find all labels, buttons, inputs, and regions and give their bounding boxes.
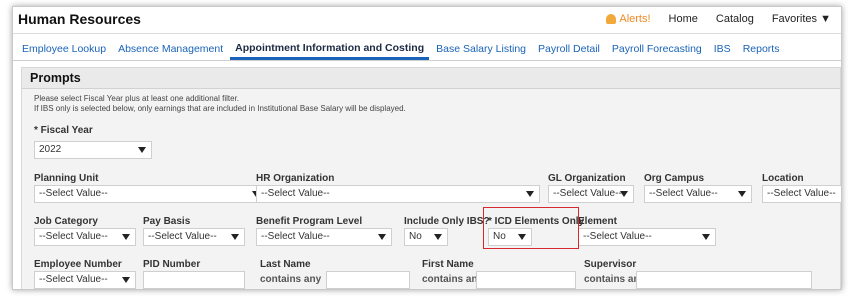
- dropdown-arrow-icon: [122, 277, 130, 283]
- gl-org-label: GL Organization: [548, 173, 626, 184]
- tab-ibs[interactable]: IBS: [709, 37, 736, 60]
- dropdown-arrow-icon: [738, 191, 746, 197]
- benefit-program-label: Benefit Program Level: [256, 216, 363, 227]
- tab-payroll-detail[interactable]: Payroll Detail: [533, 37, 605, 60]
- include-ibs-select[interactable]: No: [404, 228, 448, 246]
- info-line-2: If IBS only is selected below, only earn…: [34, 104, 406, 113]
- gl-org-value: --Select Value--: [553, 188, 622, 199]
- include-ibs-label: Include Only IBS?: [404, 216, 490, 227]
- prompts-title: Prompts: [22, 68, 840, 89]
- bell-icon: [606, 14, 617, 24]
- first-name-operator: contains any: [422, 274, 484, 285]
- alerts-label: Alerts!: [619, 13, 651, 25]
- job-category-select[interactable]: --Select Value--: [34, 228, 136, 246]
- tab-appointment-information-costing[interactable]: Appointment Information and Costing: [230, 36, 430, 60]
- location-value: --Select Value--: [767, 188, 836, 199]
- dropdown-arrow-icon: [526, 191, 534, 197]
- job-category-value: --Select Value--: [39, 231, 108, 242]
- info-line-1: Please select Fiscal Year plus at least …: [34, 94, 240, 103]
- employee-number-label: Employee Number: [34, 259, 122, 270]
- location-label: Location: [762, 173, 804, 184]
- pid-number-label: PID Number: [143, 259, 201, 270]
- home-link[interactable]: Home: [669, 13, 698, 25]
- element-select[interactable]: --Select Value--: [578, 228, 716, 246]
- hr-org-value: --Select Value--: [261, 188, 330, 199]
- pay-basis-value: --Select Value--: [148, 231, 217, 242]
- planning-unit-value: --Select Value--: [39, 188, 108, 199]
- first-name-input[interactable]: [476, 271, 576, 289]
- org-campus-value: --Select Value--: [649, 188, 718, 199]
- catalog-link[interactable]: Catalog: [716, 13, 754, 25]
- hr-org-select[interactable]: --Select Value--: [256, 185, 540, 203]
- app-title: Human Resources: [18, 11, 141, 27]
- favorites-menu[interactable]: Favorites ▼: [772, 13, 831, 25]
- planning-unit-label: Planning Unit: [34, 173, 99, 184]
- highlight-box: [483, 207, 579, 249]
- last-name-operator: contains any: [260, 274, 322, 285]
- alerts-link[interactable]: Alerts!: [606, 13, 651, 25]
- first-name-label: First Name: [422, 259, 474, 270]
- pay-basis-select[interactable]: --Select Value--: [143, 228, 245, 246]
- include-ibs-value: No: [409, 231, 422, 242]
- element-label: Element: [578, 216, 617, 227]
- element-value: --Select Value--: [583, 231, 652, 242]
- tab-employee-lookup[interactable]: Employee Lookup: [17, 37, 111, 60]
- tab-payroll-forecasting[interactable]: Payroll Forecasting: [607, 37, 707, 60]
- dropdown-arrow-icon: [620, 191, 628, 197]
- dropdown-arrow-icon: [231, 234, 239, 240]
- top-nav: Alerts! Home Catalog Favorites ▼: [606, 13, 831, 25]
- tab-base-salary-listing[interactable]: Base Salary Listing: [431, 37, 531, 60]
- benefit-program-value: --Select Value--: [261, 231, 330, 242]
- employee-number-value: --Select Value--: [39, 274, 108, 285]
- header-bar: Human Resources Alerts! Home Catalog Fav…: [13, 7, 841, 34]
- dropdown-arrow-icon: [702, 234, 710, 240]
- hr-org-label: HR Organization: [256, 173, 335, 184]
- tab-reports[interactable]: Reports: [738, 37, 785, 60]
- location-select[interactable]: --Select Value--: [762, 185, 841, 203]
- benefit-program-select[interactable]: --Select Value--: [256, 228, 392, 246]
- org-campus-label: Org Campus: [644, 173, 705, 184]
- fiscal-year-value: 2022: [39, 144, 62, 155]
- dropdown-arrow-icon: [434, 234, 442, 240]
- dropdown-arrow-icon: [378, 234, 386, 240]
- last-name-input[interactable]: [326, 271, 410, 289]
- supervisor-label: Supervisor: [584, 259, 637, 270]
- fiscal-year-label: * Fiscal Year: [34, 125, 93, 136]
- fiscal-year-select[interactable]: 2022: [34, 141, 152, 159]
- tab-absence-management[interactable]: Absence Management: [113, 37, 228, 60]
- prompts-info: Please select Fiscal Year plus at least …: [34, 94, 406, 114]
- dropdown-arrow-icon: [138, 147, 146, 153]
- prompts-panel: Prompts Please select Fiscal Year plus a…: [21, 67, 841, 289]
- org-campus-select[interactable]: --Select Value--: [644, 185, 752, 203]
- dropdown-arrow-icon: [122, 234, 130, 240]
- tab-bar: Employee Lookup Absence Management Appoi…: [13, 34, 841, 61]
- app-window: Human Resources Alerts! Home Catalog Fav…: [12, 6, 842, 290]
- employee-number-select[interactable]: --Select Value--: [34, 271, 136, 289]
- last-name-label: Last Name: [260, 259, 311, 270]
- planning-unit-select[interactable]: --Select Value--: [34, 185, 266, 203]
- job-category-label: Job Category: [34, 216, 98, 227]
- gl-org-select[interactable]: --Select Value--: [548, 185, 634, 203]
- pay-basis-label: Pay Basis: [143, 216, 191, 227]
- pid-number-input[interactable]: [143, 271, 245, 289]
- supervisor-input[interactable]: [636, 271, 812, 289]
